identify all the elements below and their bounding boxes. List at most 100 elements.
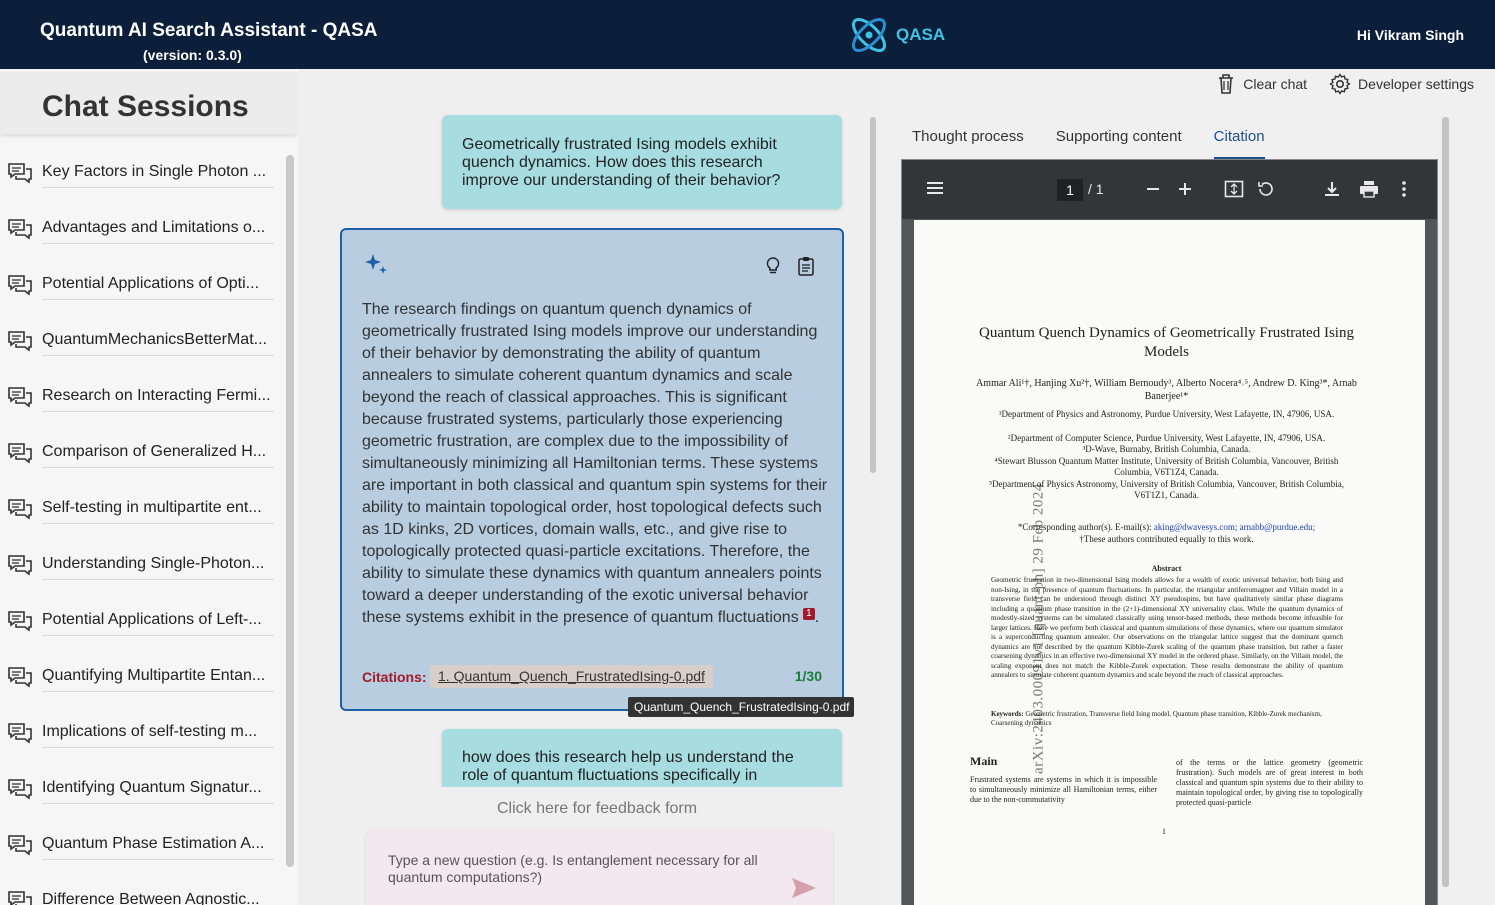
zoom-in-icon[interactable] xyxy=(1177,181,1193,197)
feedback-link[interactable]: Click here for feedback form xyxy=(497,800,697,818)
print-icon[interactable] xyxy=(1359,180,1379,198)
session-item[interactable]: Potential Applications of Opti... xyxy=(0,266,282,322)
user-message: Geometrically frustrated Ising models ex… xyxy=(442,115,842,209)
chat-bubbles-icon xyxy=(8,723,32,744)
citations-label: Citations: xyxy=(362,669,427,685)
rotate-icon[interactable] xyxy=(1256,179,1276,199)
chat-bubbles-icon xyxy=(8,387,32,408)
answer-end: . xyxy=(814,609,820,626)
corresponding-authors: *Corresponding author(s). E-mail(s): aki… xyxy=(974,521,1359,545)
keywords: Keywords: Geometric frustration, Transve… xyxy=(991,710,1343,728)
lightbulb-icon[interactable] xyxy=(764,256,782,276)
user-message: how does this research help us understan… xyxy=(442,729,842,787)
session-label: Advantages and Limitations o... xyxy=(42,219,274,244)
chat-bubbles-icon xyxy=(8,499,32,520)
abstract-heading: Abstract xyxy=(1151,564,1182,573)
chat-sessions-sidebar: Chat Sessions Key Factors in Single Phot… xyxy=(0,69,298,905)
session-item[interactable]: Research on Interacting Fermi... xyxy=(0,378,282,434)
chat-bubbles-icon xyxy=(8,555,32,576)
app-title: Quantum AI Search Assistant - QASA xyxy=(40,20,378,41)
session-item[interactable]: Implications of self-testing m... xyxy=(0,714,282,770)
session-label: Understanding Single-Photon... xyxy=(42,555,274,580)
abstract-text: Geometric frustration in two-dimensional… xyxy=(991,576,1343,679)
body-column-right: of the terms or the lattice geometry (ge… xyxy=(1176,758,1363,807)
chat-bubbles-icon xyxy=(8,835,32,856)
tab-bar: Thought process Supporting content Citat… xyxy=(912,128,1265,159)
session-label: Potential Applications of Left-... xyxy=(42,611,274,636)
more-options-icon[interactable] xyxy=(1401,180,1407,198)
session-label: Identifying Quantum Signatur... xyxy=(42,779,274,804)
tab-citation[interactable]: Citation xyxy=(1213,128,1265,159)
session-item[interactable]: Quantifying Multipartite Entan... xyxy=(0,658,282,714)
affiliation: ³D-Wave, Burnaby, British Columbia, Cana… xyxy=(1082,444,1251,454)
session-item[interactable]: Understanding Single-Photon... xyxy=(0,546,282,602)
session-item[interactable]: Key Factors in Single Photon ... xyxy=(0,154,282,210)
citation-marker[interactable]: 1 xyxy=(803,607,815,620)
affiliation: ⁴Stewart Blusson Quantum Matter Institut… xyxy=(994,456,1339,477)
pdf-toolbar: 1 / 1 xyxy=(902,160,1437,219)
session-label: Quantum Phase Estimation A... xyxy=(42,835,274,860)
corr-equal: †These authors contributed equally to th… xyxy=(1079,534,1254,544)
page-total: / 1 xyxy=(1088,181,1104,197)
sparkle-icon xyxy=(365,254,387,274)
chat-bubbles-icon xyxy=(8,331,32,352)
qasa-logo[interactable]: QASA xyxy=(846,12,945,58)
zoom-out-icon[interactable] xyxy=(1145,181,1161,197)
gear-icon xyxy=(1329,73,1351,95)
chat-scrollbar[interactable] xyxy=(870,117,876,473)
session-item[interactable]: Difference Between Agnostic... xyxy=(0,882,282,905)
session-item[interactable]: QuantumMechanicsBetterMat... xyxy=(0,322,282,378)
session-label: Potential Applications of Opti... xyxy=(42,275,274,300)
fit-page-icon[interactable] xyxy=(1224,180,1244,198)
app-header: Quantum AI Search Assistant - QASA (vers… xyxy=(0,0,1495,69)
session-label: Implications of self-testing m... xyxy=(42,723,274,748)
session-item[interactable]: Comparison of Generalized H... xyxy=(0,434,282,490)
answer-count: 1/30 xyxy=(794,668,822,684)
tab-thought-process[interactable]: Thought process xyxy=(912,128,1024,159)
corr-emails[interactable]: aking@dwavesys.com; arnabb@purdue.edu; xyxy=(1154,522,1315,532)
corr-prefix: *Corresponding author(s). E-mail(s): xyxy=(1017,522,1152,532)
logo-text: QASA xyxy=(896,25,946,44)
session-item[interactable]: Quantum Phase Estimation A... xyxy=(0,826,282,882)
developer-settings-button[interactable]: Developer settings xyxy=(1329,73,1474,95)
top-actions: Clear chat Developer settings xyxy=(1216,73,1474,95)
clipboard-icon[interactable] xyxy=(797,256,815,276)
sidebar-header: Chat Sessions xyxy=(0,72,297,134)
sidebar-scrollbar[interactable] xyxy=(286,155,294,867)
atom-logo-icon xyxy=(851,17,887,53)
pdf-page: arXiv:2403.00091v1 [quant-ph] 29 Feb 202… xyxy=(914,220,1425,905)
citation-link[interactable]: 1. Quantum_Quench_FrustratedIsing-0.pdf xyxy=(430,665,713,688)
session-item[interactable]: Identifying Quantum Signatur... xyxy=(0,770,282,826)
panel-scrollbar[interactable] xyxy=(1442,117,1449,887)
keywords-label: Keywords: xyxy=(991,710,1024,718)
clear-chat-label: Clear chat xyxy=(1243,76,1308,92)
session-item[interactable]: Advantages and Limitations o... xyxy=(0,210,282,266)
app-version: (version: 0.3.0) xyxy=(143,47,242,63)
session-label: Difference Between Agnostic... xyxy=(42,891,274,905)
session-item[interactable]: Self-testing in multipartite ent... xyxy=(0,490,282,546)
session-label: Quantifying Multipartite Entan... xyxy=(42,667,274,692)
session-label: Self-testing in multipartite ent... xyxy=(42,499,274,524)
download-icon[interactable] xyxy=(1323,180,1341,198)
pdf-viewer: 1 / 1 arXiv:2403.00091v1 [quant-ph] 29 F… xyxy=(901,159,1438,905)
question-input[interactable]: Type a new question (e.g. Is entanglemen… xyxy=(366,830,833,905)
affiliation: ¹Department of Physics and Astronomy, Pu… xyxy=(998,409,1335,419)
page-number-input[interactable]: 1 xyxy=(1057,179,1083,201)
chat-bubbles-icon xyxy=(8,275,32,296)
chat-bubbles-icon xyxy=(8,611,32,632)
tab-supporting-content[interactable]: Supporting content xyxy=(1056,128,1182,159)
main-heading: Main xyxy=(970,754,998,768)
chat-bubbles-icon xyxy=(8,163,32,184)
menu-icon[interactable] xyxy=(926,180,944,196)
trash-icon xyxy=(1219,74,1234,94)
keywords-text: Geometric frustration, Transverse field … xyxy=(991,710,1322,727)
clear-chat-button[interactable]: Clear chat xyxy=(1216,73,1307,95)
chat-area: Geometrically frustrated Ising models ex… xyxy=(298,69,880,905)
answer-body: The research findings on quantum quench … xyxy=(362,301,828,626)
session-item[interactable]: Potential Applications of Left-... xyxy=(0,602,282,658)
chat-bubbles-icon xyxy=(8,667,32,688)
citation-tooltip: Quantum_Quench_FrustratedIsing-0.pdf xyxy=(628,697,854,717)
send-icon[interactable] xyxy=(790,876,818,900)
analysis-panel: Clear chat Developer settings Thought pr… xyxy=(880,69,1495,905)
affiliation: ²Department of Computer Science, Purdue … xyxy=(1007,433,1326,443)
